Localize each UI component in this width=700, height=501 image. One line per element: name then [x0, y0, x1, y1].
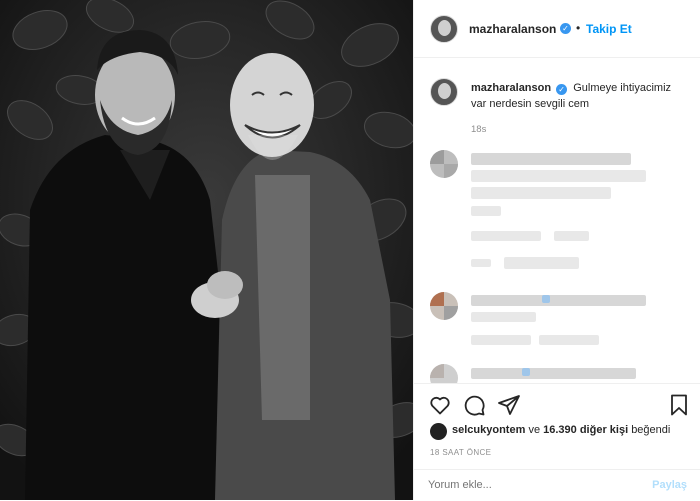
- blurred-text: [471, 153, 631, 165]
- blurred-text: [471, 170, 646, 182]
- caption-username[interactable]: mazharalanson: [471, 82, 551, 94]
- blurred-text: [471, 312, 536, 322]
- post-photo[interactable]: [0, 0, 413, 500]
- post-header: mazharalanson ✓ • Takip Et: [414, 0, 700, 58]
- blurred-text: [471, 295, 646, 306]
- blurred-text: [522, 368, 530, 376]
- caption: mazharalanson ✓ Gulmeye ihtiyacimiz var …: [471, 80, 681, 112]
- liker-avatar[interactable]: [430, 423, 447, 440]
- share-button[interactable]: Paylaş: [652, 479, 687, 491]
- liker-username[interactable]: selcukyontem: [452, 424, 525, 436]
- comment-icon[interactable]: [462, 393, 486, 417]
- post-panel: mazharalanson ✓ • Takip Et mazharalanson…: [413, 0, 700, 501]
- blurred-text: [504, 257, 579, 269]
- comment-bar: Paylaş: [414, 469, 700, 501]
- header-username[interactable]: mazharalanson: [469, 22, 556, 36]
- comment-avatar[interactable]: [430, 292, 458, 320]
- separator-dot: •: [576, 21, 581, 35]
- likes-suffix: beğendi: [631, 424, 671, 436]
- blurred-text: [542, 295, 550, 303]
- blurred-text: [471, 206, 501, 216]
- paper-plane-icon[interactable]: [497, 393, 521, 417]
- post-timestamp[interactable]: 18 SAAT ÖNCE: [430, 448, 491, 457]
- avatar[interactable]: [430, 15, 458, 43]
- bookmark-icon[interactable]: [667, 393, 691, 417]
- caption-avatar[interactable]: [430, 78, 458, 106]
- likes-summary: selcukyontem ve 16.390 diğer kişi beğend…: [452, 424, 670, 436]
- likes-connector: ve: [528, 424, 541, 436]
- likes-count[interactable]: 16.390 diğer kişi: [543, 424, 628, 436]
- comment-avatar[interactable]: [430, 150, 458, 178]
- heart-icon[interactable]: [428, 393, 452, 417]
- blurred-text: [471, 335, 531, 345]
- comment-input[interactable]: [428, 479, 628, 491]
- blurred-text: [471, 231, 541, 241]
- blurred-text: [471, 187, 611, 199]
- blurred-text: [554, 231, 589, 241]
- blurred-text: [471, 259, 491, 267]
- follow-button[interactable]: Takip Et: [586, 22, 632, 36]
- blurred-text: [471, 368, 636, 379]
- blurred-text: [539, 335, 599, 345]
- caption-time[interactable]: 18s: [471, 124, 486, 135]
- verified-badge-icon: ✓: [556, 84, 568, 95]
- verified-badge-icon: ✓: [560, 23, 571, 34]
- post-photo-image: [0, 0, 413, 500]
